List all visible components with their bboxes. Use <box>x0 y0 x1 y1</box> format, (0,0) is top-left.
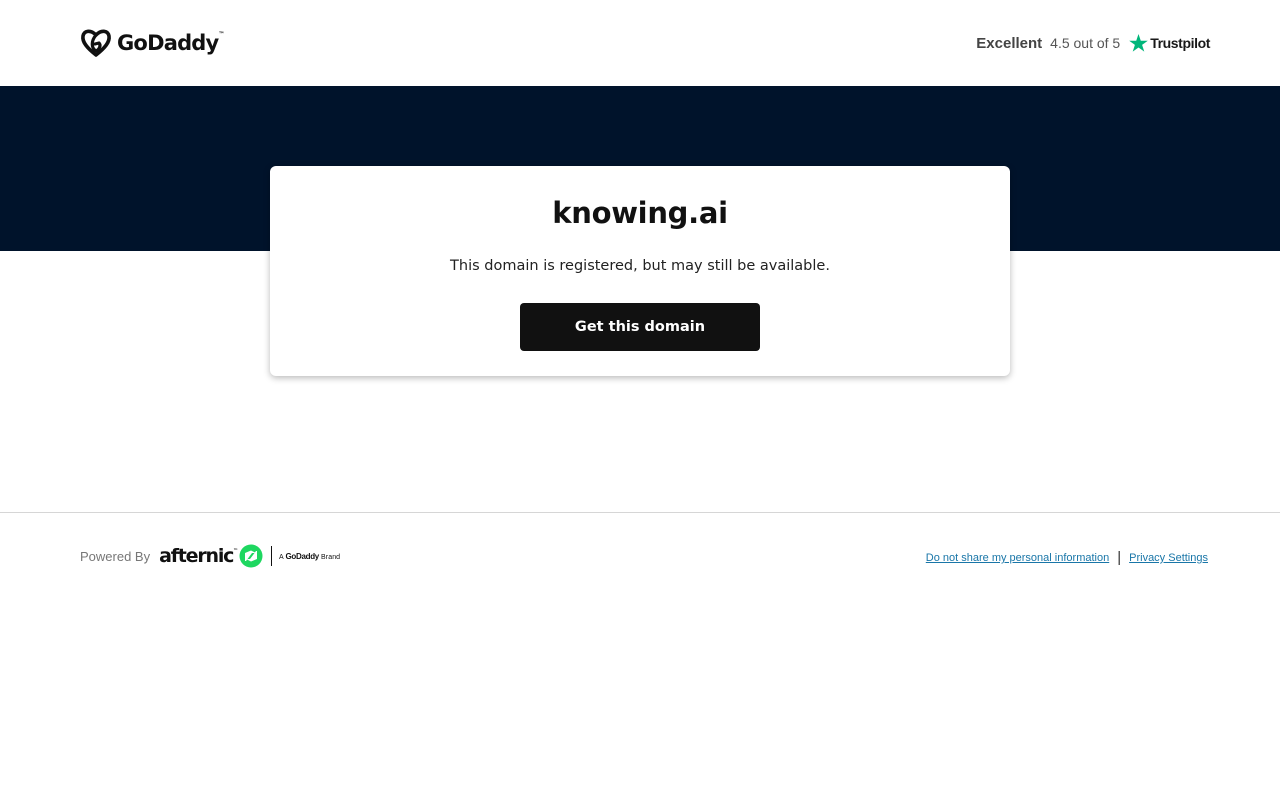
footer-links: Do not share my personal information | P… <box>926 548 1208 568</box>
godaddy-brand-tag: A GoDaddy Brand <box>279 551 341 561</box>
afternic-logo[interactable]: afternic™ <box>159 544 263 568</box>
domain-status-text: This domain is registered, but may still… <box>450 258 830 274</box>
brand-separator <box>271 546 273 566</box>
link-separator: | <box>1117 549 1122 566</box>
do-not-share-link[interactable]: Do not share my personal information <box>926 552 1109 564</box>
trustpilot-rating[interactable]: Excellent 4.5 out of 5 Trustpilot <box>976 30 1210 56</box>
site-header: GoDaddy™ Excellent 4.5 out of 5 Trustpil… <box>0 0 1280 86</box>
rating-word: Excellent <box>976 34 1043 52</box>
footer-divider <box>0 512 1280 513</box>
powered-by-label: Powered By <box>80 548 151 564</box>
domain-card: knowing.ai This domain is registered, bu… <box>270 166 1010 376</box>
trustpilot-star-icon <box>1129 34 1149 52</box>
privacy-settings-link[interactable]: Privacy Settings <box>1129 552 1208 564</box>
get-domain-button[interactable]: Get this domain <box>520 303 760 351</box>
trustpilot-wordmark: Trustpilot <box>1150 35 1210 51</box>
domain-name: knowing.ai <box>552 196 728 230</box>
godaddy-logo-icon <box>81 29 111 57</box>
godaddy-logo[interactable]: GoDaddy™ <box>80 28 224 58</box>
powered-by: Powered By afternic™ A GoDaddy Brand <box>80 541 340 571</box>
logo-wordmark: GoDaddy™ <box>117 31 224 55</box>
afternic-arrows-icon <box>239 544 263 568</box>
afternic-wordmark: afternic™ <box>159 545 238 567</box>
rating-score: 4.5 out of 5 <box>1050 35 1121 51</box>
